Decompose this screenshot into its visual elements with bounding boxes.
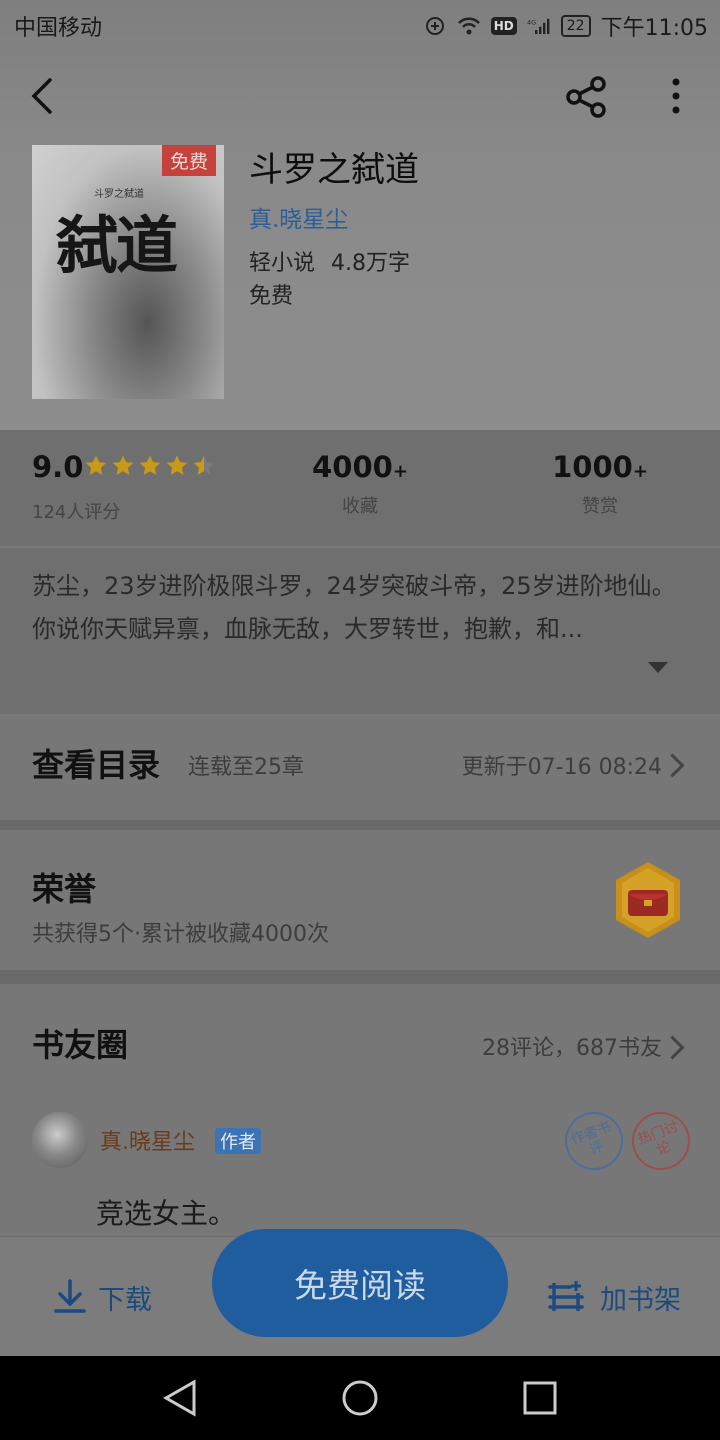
nav-recents-button[interactable] <box>520 1378 560 1418</box>
svg-text:4G: 4G <box>527 18 536 26</box>
favorites-label: 收藏 <box>342 496 378 517</box>
book-author-link[interactable]: 真.晓星尘 <box>249 200 348 234</box>
book-cover[interactable]: 斗罗之弑道 弑道 免费 <box>32 145 224 399</box>
rating-count: 124人评分 <box>32 502 121 523</box>
download-label: 下载 <box>98 1284 152 1316</box>
star-half-icon <box>193 455 215 475</box>
circle-stats-link[interactable]: 28评论，687书友 <box>482 1030 662 1062</box>
rewards-plus: + <box>632 461 648 482</box>
more-options-button[interactable] <box>660 74 692 118</box>
add-shelf-label: 加书架 <box>600 1284 681 1316</box>
star-full-icon <box>85 455 107 475</box>
back-button[interactable] <box>22 74 66 118</box>
catalog-title: 查看目录 <box>32 746 161 784</box>
rewards-count: 1000 <box>552 450 633 484</box>
rating-stars <box>84 454 216 478</box>
top-nav <box>0 60 720 130</box>
data-saver-icon <box>423 14 447 38</box>
star-full-icon <box>112 455 134 475</box>
carrier-name: 中国移动 <box>14 16 103 41</box>
nav-back-button[interactable] <box>160 1378 200 1418</box>
system-navigation-bar <box>0 1356 720 1440</box>
rewards-label: 赞赏 <box>582 496 618 517</box>
signal-icon: 4G <box>527 14 551 38</box>
book-title: 斗罗之弑道 <box>249 150 419 190</box>
add-to-shelf-button[interactable]: 加书架 <box>546 1277 681 1317</box>
bottom-action-bar: 下载 免费阅读 加书架 <box>0 1229 720 1357</box>
author-badge: 作者 <box>215 1128 261 1154</box>
hd-icon: HD <box>490 17 517 35</box>
post-text[interactable]: 竞选女主。 <box>96 1192 236 1232</box>
section-separator <box>0 820 720 830</box>
honor-badge-icon <box>608 860 688 940</box>
favorites-stat: 4000+ 收藏 <box>280 450 440 518</box>
book-description[interactable]: 苏尘，23岁进阶极限斗罗，24岁突破斗帝，25岁进阶地仙。你说你天赋异禀，血脉无… <box>32 565 692 651</box>
divider <box>0 546 720 548</box>
author-review-stamp-icon: 作者书评 <box>556 1103 632 1179</box>
hot-discussion-stamp-icon: 热门讨论 <box>623 1103 699 1179</box>
nav-home-button[interactable] <box>340 1378 380 1418</box>
catalog-updated: 更新于07-16 08:24 <box>461 755 662 780</box>
share-icon <box>566 76 606 118</box>
chevron-right-icon <box>660 1035 685 1060</box>
catalog-progress: 连载至25章 <box>188 755 304 780</box>
catalog-row[interactable]: 查看目录 连载至25章 更新于07-16 08:24 <box>0 716 720 820</box>
free-tag: 免费 <box>161 145 216 176</box>
book-price: 免费 <box>249 284 294 309</box>
book-meta: 轻小说 4.8万字 <box>249 245 410 277</box>
favorites-plus: + <box>392 461 408 482</box>
status-bar: 中国移动 HD 4G 22 下午11:05 <box>0 0 720 50</box>
rating-score: 9.0 <box>32 450 84 484</box>
avatar[interactable] <box>32 1112 88 1168</box>
download-icon <box>54 1279 86 1313</box>
wifi-icon <box>457 14 481 38</box>
expand-description-icon[interactable] <box>648 662 668 673</box>
clock: 下午11:05 <box>600 16 708 41</box>
section-separator <box>0 970 720 984</box>
book-category: 轻小说 <box>249 251 316 276</box>
download-button[interactable]: 下载 <box>52 1277 152 1317</box>
book-circle-section: 书友圈 28评论，687书友 真.晓星尘 作者 作者书评 热门讨论 竞选女主。 <box>0 984 720 1236</box>
book-stats: 9.0 124人评分 4000+ 收藏 1000+ 赞赏 <box>0 440 720 530</box>
share-button[interactable] <box>562 72 612 122</box>
honor-summary: 共获得5个·累计被收藏4000次 <box>32 922 329 947</box>
square-recents-icon <box>523 1381 557 1415</box>
triangle-back-icon <box>162 1379 196 1417</box>
honor-section[interactable]: 荣誉 共获得5个·累计被收藏4000次 <box>0 830 720 970</box>
rewards-stat: 1000+ 赞赏 <box>520 450 680 518</box>
bookshelf-add-icon <box>548 1281 584 1311</box>
post-author-name[interactable]: 真.晓星尘 <box>100 1124 195 1156</box>
book-word-count: 4.8万字 <box>331 251 411 276</box>
circle-title: 书友圈 <box>32 1026 129 1064</box>
star-full-icon <box>139 455 161 475</box>
more-vertical-icon <box>672 78 680 114</box>
battery-icon: 22 <box>560 15 591 37</box>
cover-title: 弑道 <box>56 209 178 282</box>
circle-home-icon <box>342 1380 378 1416</box>
honor-title: 荣誉 <box>32 870 97 908</box>
chevron-right-icon <box>660 753 685 778</box>
star-full-icon <box>166 455 188 475</box>
free-read-button[interactable]: 免费阅读 <box>212 1229 508 1337</box>
back-arrow-icon <box>31 78 52 114</box>
favorites-count: 4000 <box>312 450 393 484</box>
